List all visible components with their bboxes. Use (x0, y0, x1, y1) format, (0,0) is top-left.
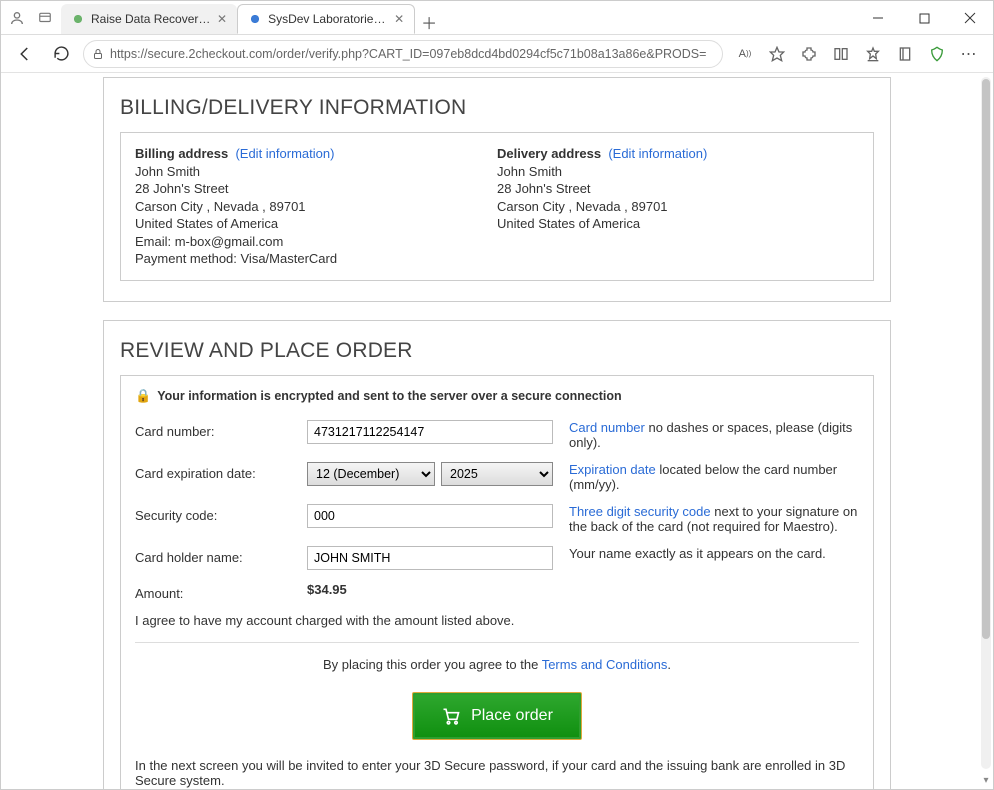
holder-input[interactable] (307, 546, 553, 570)
delivery-country: United States of America (497, 215, 859, 233)
profile-icon[interactable] (7, 8, 27, 28)
place-order-button[interactable]: Place order (412, 692, 582, 740)
review-section-title: REVIEW AND PLACE ORDER (120, 339, 874, 363)
favorites-bar-icon[interactable] (859, 40, 887, 68)
close-tab-icon[interactable]: ✕ (217, 12, 227, 26)
card-exp-label: Card expiration date: (135, 462, 295, 481)
card-exp-hint: Expiration date located below the card n… (569, 462, 859, 492)
browser-essentials-icon[interactable] (923, 40, 951, 68)
extension-icon[interactable] (795, 40, 823, 68)
close-tab-icon[interactable]: ✕ (394, 12, 404, 26)
delivery-address-label: Delivery address (497, 146, 601, 161)
tab-label: SysDev Laboratories - Order soft (268, 12, 388, 26)
divider (135, 642, 859, 643)
browser-toolbar: https://secure.2checkout.com/order/verif… (1, 35, 993, 73)
card-number-hint: Card number no dashes or spaces, please … (569, 420, 859, 450)
card-year-select[interactable]: 2025 (441, 462, 553, 486)
holder-hint: Your name exactly as it appears on the c… (569, 546, 859, 561)
card-number-input[interactable] (307, 420, 553, 444)
favicon-icon (71, 12, 85, 26)
billing-payment: Payment method: Visa/MasterCard (135, 250, 497, 268)
amount-value: $34.95 (307, 582, 557, 597)
browser-tab-0[interactable]: Raise Data Recovery: Short-Term ✕ (61, 4, 237, 34)
scrollbar[interactable] (981, 77, 991, 769)
address-box: Billing address (Edit information) John … (120, 132, 874, 281)
scroll-down-icon[interactable]: ▾ (981, 773, 991, 787)
new-tab-button[interactable]: ＋ (415, 10, 443, 34)
delivery-city: Carson City , Nevada , 89701 (497, 198, 859, 216)
address-bar[interactable]: https://secure.2checkout.com/order/verif… (83, 40, 723, 68)
padlock-icon: 🔒 (135, 388, 151, 404)
tabs-overview-icon[interactable] (35, 8, 55, 28)
tab-label: Raise Data Recovery: Short-Term (91, 12, 211, 26)
window-titlebar: Raise Data Recovery: Short-Term ✕ SysDev… (1, 1, 993, 35)
amount-label: Amount: (135, 582, 295, 601)
delivery-name: John Smith (497, 163, 859, 181)
billing-country: United States of America (135, 215, 497, 233)
3ds-note: In the next screen you will be invited t… (135, 758, 859, 788)
billing-name: John Smith (135, 163, 497, 181)
window-close-button[interactable] (947, 1, 993, 35)
tab-strip: Raise Data Recovery: Short-Term ✕ SysDev… (61, 1, 443, 34)
split-screen-icon[interactable] (827, 40, 855, 68)
security-code-input[interactable] (307, 504, 553, 528)
billing-address-col: Billing address (Edit information) John … (135, 145, 497, 268)
place-order-label: Place order (471, 707, 553, 725)
delivery-street: 28 John's Street (497, 180, 859, 198)
refresh-button[interactable] (47, 40, 75, 68)
billing-street: 28 John's Street (135, 180, 497, 198)
secure-notice: 🔒 Your information is encrypted and sent… (135, 386, 859, 414)
card-month-select[interactable]: 12 (December) (307, 462, 435, 486)
billing-panel: BILLING/DELIVERY INFORMATION Billing add… (103, 77, 891, 302)
window-maximize-button[interactable] (901, 1, 947, 35)
security-code-label: Security code: (135, 504, 295, 523)
back-button[interactable] (11, 40, 39, 68)
delivery-address-col: Delivery address (Edit information) John… (497, 145, 859, 268)
terms-row: By placing this order you agree to the T… (135, 657, 859, 672)
review-panel: REVIEW AND PLACE ORDER 🔒 Your informatio… (103, 320, 891, 789)
address-bar-url: https://secure.2checkout.com/order/verif… (110, 47, 714, 61)
menu-button[interactable]: ⋯ (955, 40, 983, 68)
holder-label: Card holder name: (135, 546, 295, 565)
review-box: 🔒 Your information is encrypted and sent… (120, 375, 874, 789)
favicon-icon (248, 12, 262, 26)
card-number-label: Card number: (135, 420, 295, 439)
read-aloud-icon[interactable]: A)) (731, 40, 759, 68)
edit-billing-link[interactable]: Edit information (240, 146, 330, 161)
edit-delivery-link[interactable]: Edit information (613, 146, 703, 161)
terms-link[interactable]: Terms and Conditions (542, 657, 668, 672)
cart-icon (441, 706, 461, 726)
billing-address-label: Billing address (135, 146, 228, 161)
page-viewport: BILLING/DELIVERY INFORMATION Billing add… (1, 73, 993, 789)
agree-text: I agree to have my account charged with … (135, 607, 859, 642)
security-code-hint: Three digit security code next to your s… (569, 504, 859, 534)
billing-city: Carson City , Nevada , 89701 (135, 198, 497, 216)
lock-icon (92, 48, 104, 60)
window-minimize-button[interactable] (855, 1, 901, 35)
collections-icon[interactable] (891, 40, 919, 68)
billing-section-title: BILLING/DELIVERY INFORMATION (120, 96, 874, 120)
scrollbar-thumb[interactable] (982, 79, 990, 639)
browser-tab-1[interactable]: SysDev Laboratories - Order soft ✕ (237, 4, 415, 34)
billing-email: Email: m-box@gmail.com (135, 233, 497, 251)
favorite-icon[interactable] (763, 40, 791, 68)
secure-notice-text: Your information is encrypted and sent t… (157, 389, 621, 403)
